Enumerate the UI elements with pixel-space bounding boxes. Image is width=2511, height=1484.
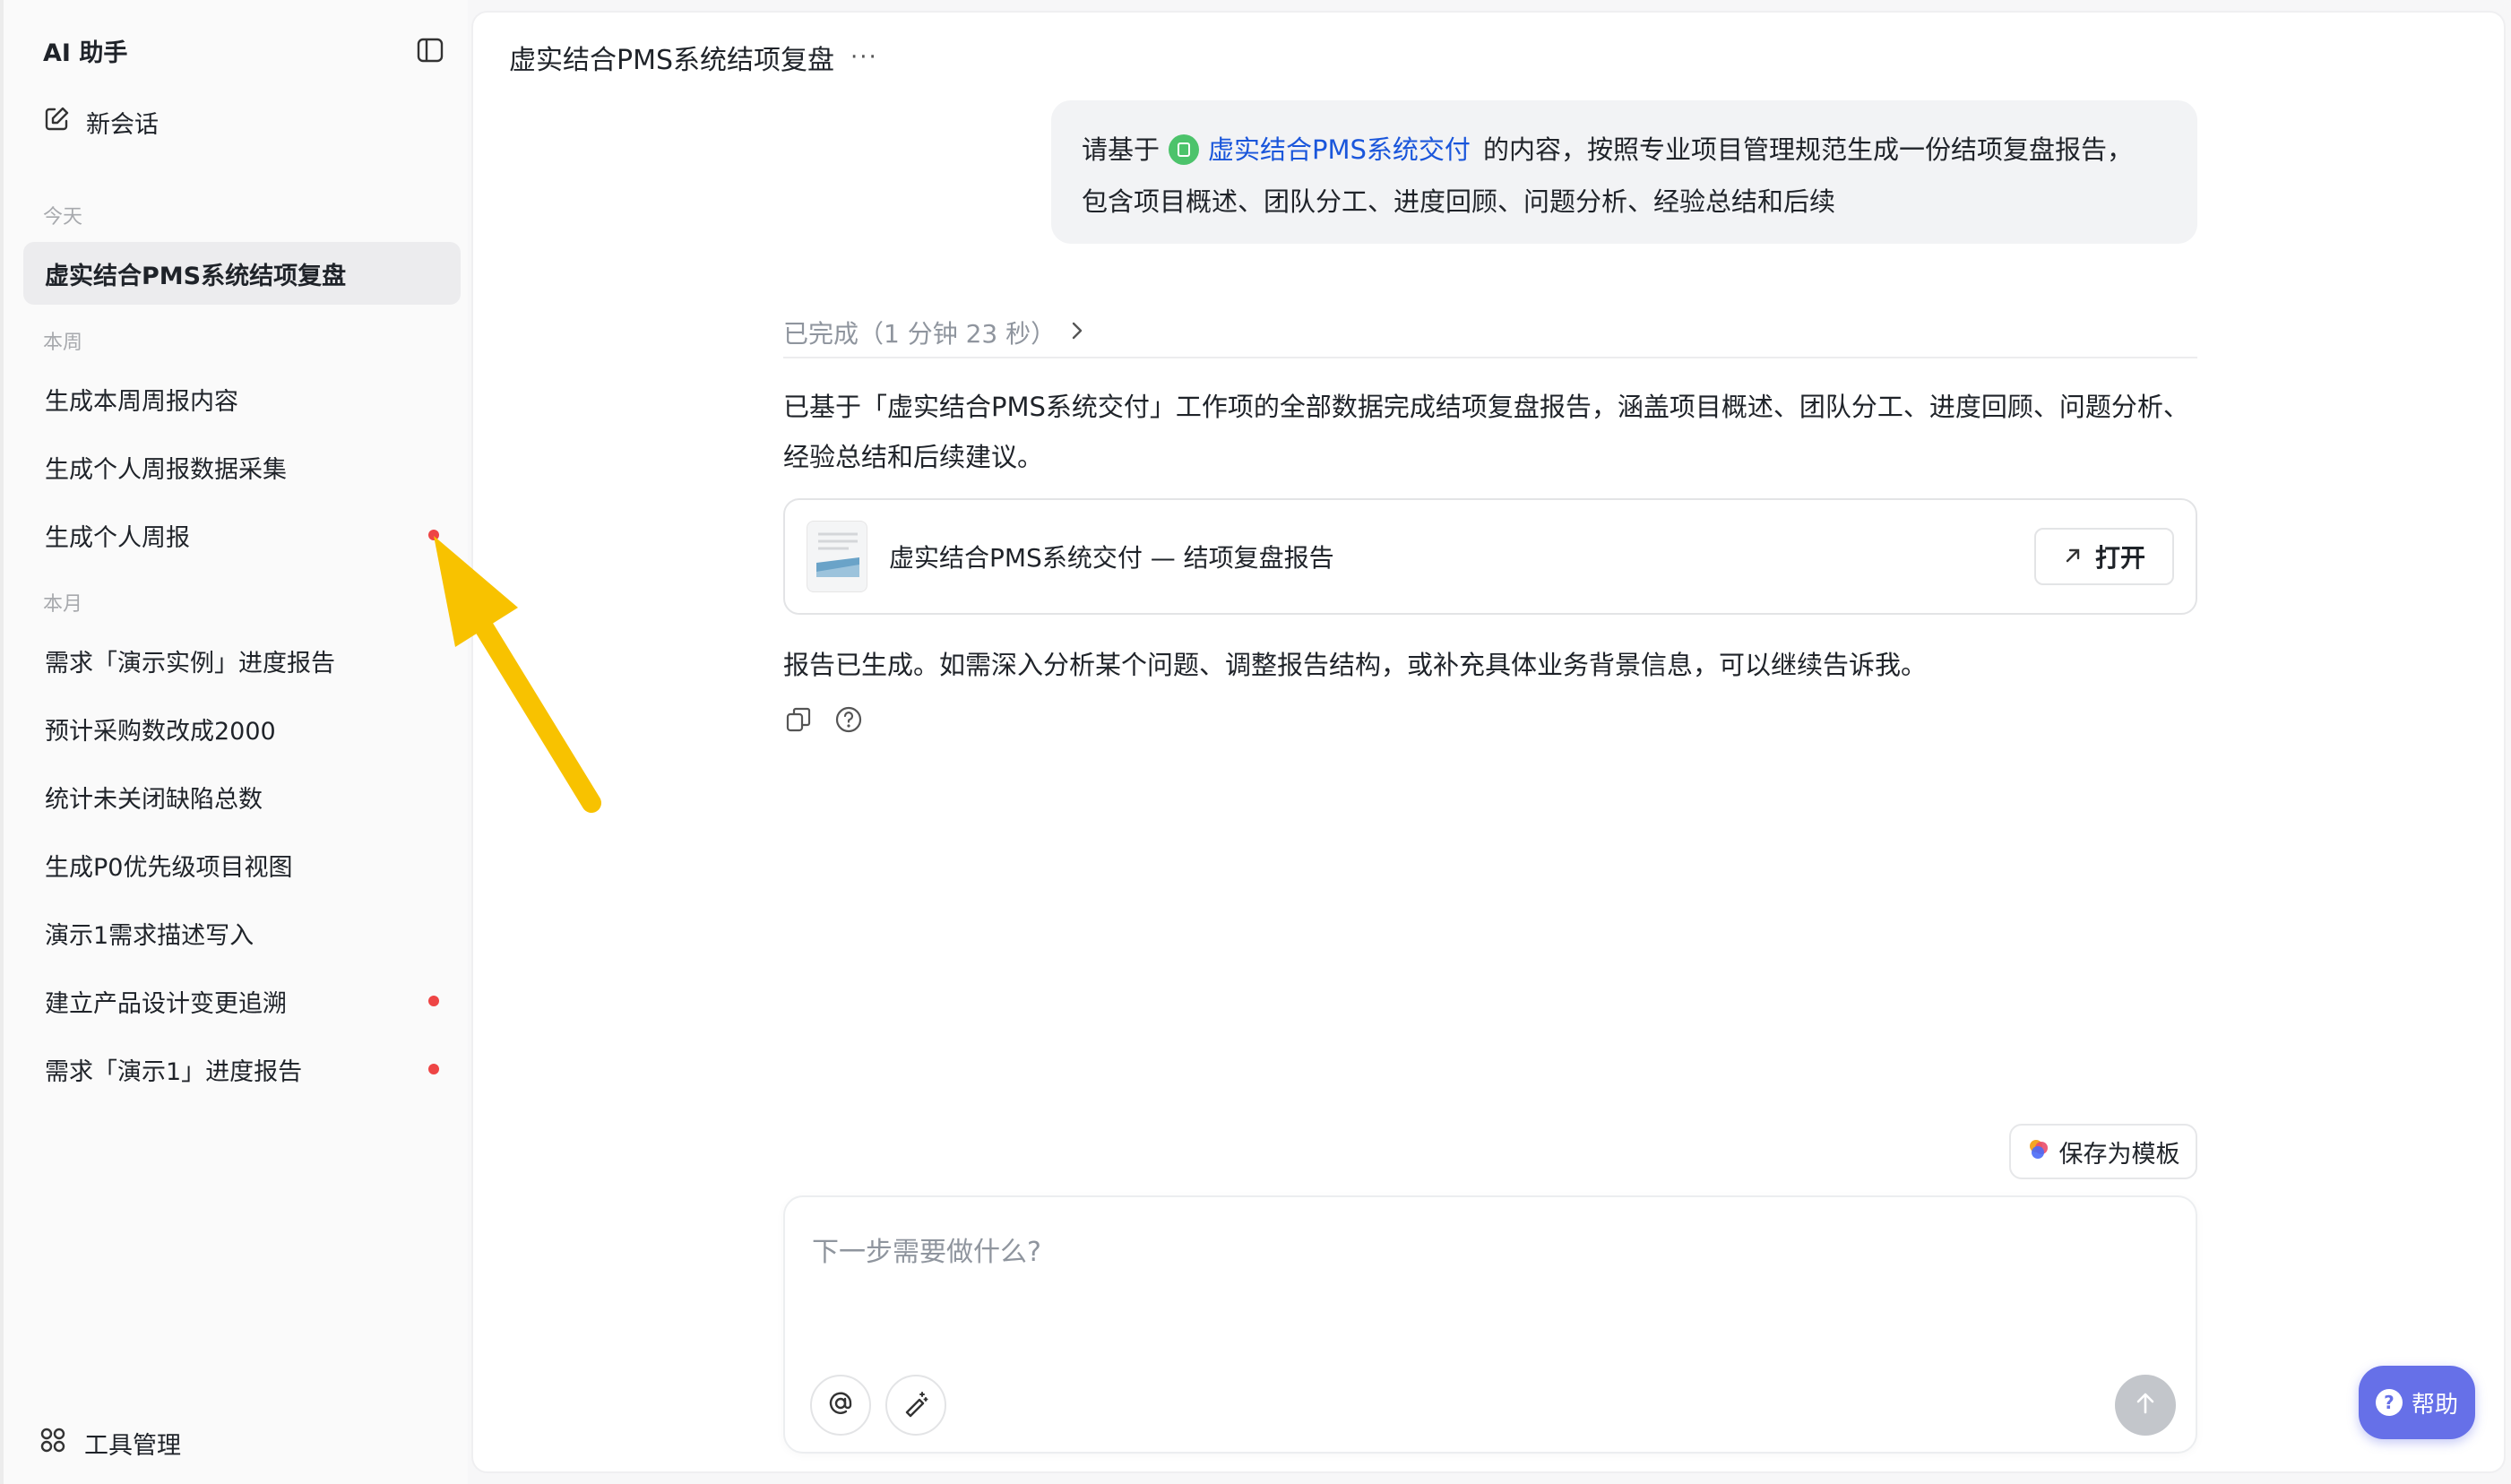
sidebar-item-label: 生成个人周报 (45, 523, 190, 552)
sidebar-toggle-icon[interactable] (414, 34, 446, 66)
sidebar-item-pms-review[interactable]: 虚实结合PMS系统结项复盘 (23, 242, 461, 305)
magic-wand-icon (902, 1389, 930, 1421)
sidebar-item-p0-view[interactable]: 生成P0优先级项目视图 (23, 833, 461, 896)
status-text: 已完成（1 分钟 23 秒） (783, 319, 1057, 349)
mention-button[interactable] (810, 1375, 871, 1436)
sidebar-item-demo1-desc[interactable]: 演示1需求描述写入 (23, 902, 461, 964)
message-composer (783, 1195, 2197, 1454)
prompt-input[interactable] (812, 1229, 2156, 1301)
edit-icon (43, 106, 70, 139)
thinking-status-toggle[interactable]: 已完成（1 分钟 23 秒） (783, 308, 2197, 358)
save-as-template-button[interactable]: 保存为模板 (2009, 1124, 2197, 1179)
magic-tool-button[interactable] (885, 1375, 946, 1436)
sidebar-item-personal-data[interactable]: 生成个人周报数据采集 (23, 436, 461, 498)
more-options-button[interactable]: ··· (850, 44, 878, 71)
send-button[interactable] (2115, 1375, 2176, 1436)
new-chat-button[interactable]: 新会话 (43, 102, 159, 142)
unread-dot (428, 530, 439, 540)
work-item-icon (1169, 134, 1200, 165)
sidebar-item-label: 演示1需求描述写入 (45, 921, 255, 950)
report-title: 虚实结合PMS系统交付 — 结项复盘报告 (889, 543, 1334, 573)
conversation-title: 虚实结合PMS系统结项复盘 (509, 45, 835, 76)
at-sign-icon (826, 1389, 855, 1421)
sidebar-item-label: 虚实结合PMS系统结项复盘 (45, 262, 347, 290)
tools-management-button[interactable]: 工具管理 (39, 1423, 181, 1462)
unread-dot (428, 996, 439, 1006)
tools-label: 工具管理 (84, 1431, 181, 1460)
sidebar: AI 助手 新会话 今天 虚实结合PMS系统结项复盘 本周 生成本周周报内容 生… (0, 0, 468, 1484)
user-message: 请基于 虚实结合PMS系统交付 的内容，按照专业项目管理规范生成一份结项复盘报告… (1051, 100, 2197, 244)
copy-icon[interactable] (783, 704, 814, 735)
chat-panel: 虚实结合PMS系统结项复盘 ··· 请基于 虚实结合PMS系统交付 的内容，按照… (471, 11, 2506, 1473)
sidebar-item-label: 生成本周周报内容 (45, 387, 238, 416)
sidebar-item-label: 统计未关闭缺陷总数 (45, 785, 263, 814)
report-card[interactable]: 虚实结合PMS系统交付 — 结项复盘报告 打开 (783, 498, 2197, 615)
sidebar-item-label: 建立产品设计变更追溯 (45, 989, 287, 1018)
sidebar-item-defects[interactable]: 统计未关闭缺陷总数 (23, 765, 461, 828)
sidebar-header: AI 助手 (43, 32, 446, 68)
user-message-suffix: 的内容，按照专业项目管理规范生成一份结项复盘报告， (1482, 134, 2133, 165)
sidebar-item-design-trace[interactable]: 建立产品设计变更追溯 (23, 970, 461, 1032)
sidebar-item-label: 需求「演示1」进度报告 (45, 1057, 303, 1086)
user-message-line2: 包含项目概述、团队分工、进度回顾、问题分析、经验总结和后续 (1082, 186, 1836, 217)
open-report-button[interactable]: 打开 (2034, 528, 2174, 585)
arrow-up-icon (2134, 1391, 2157, 1419)
sidebar-title: AI 助手 (43, 39, 128, 67)
sidebar-item-demo-progress[interactable]: 需求「演示实例」进度报告 (23, 629, 461, 692)
unread-dot (428, 1064, 439, 1074)
help-button[interactable]: ? 帮助 (2359, 1366, 2475, 1439)
feedback-help-icon[interactable] (833, 704, 864, 735)
sidebar-item-label: 预计采购数改成2000 (45, 717, 276, 746)
sidebar-item-label: 生成个人周报数据采集 (45, 455, 287, 484)
sidebar-item-label: 需求「演示实例」进度报告 (45, 649, 335, 677)
sidebar-item-weekly-content[interactable]: 生成本周周报内容 (23, 367, 461, 430)
arrow-up-right-icon (2063, 542, 2083, 572)
chevron-right-icon (1068, 318, 1086, 348)
question-icon: ? (2375, 1389, 2403, 1416)
group-label-week: 本周 (43, 332, 83, 354)
open-label: 打开 (2094, 543, 2145, 573)
user-message-prefix: 请基于 (1082, 134, 1161, 165)
sidebar-item-personal-weekly[interactable]: 生成个人周报 (23, 504, 461, 566)
group-label-today: 今天 (43, 206, 83, 229)
save-template-label: 保存为模板 (2058, 1140, 2180, 1169)
assistant-answer: 已基于「虚实结合PMS系统交付」工作项的全部数据完成结项复盘报告，涵盖项目概述、… (783, 392, 2189, 472)
work-item-link[interactable]: 虚实结合PMS系统交付 (1208, 133, 1471, 167)
assistant-followup: 报告已生成。如需深入分析某个问题、调整报告结构，或补充具体业务背景信息，可以继续… (783, 650, 1928, 680)
message-actions (783, 704, 864, 735)
sidebar-item-demo1-progress[interactable]: 需求「演示1」进度报告 (23, 1038, 461, 1100)
apps-grid-icon (39, 1427, 66, 1460)
new-chat-label: 新会话 (86, 110, 159, 139)
group-label-month: 本月 (43, 593, 83, 616)
help-label: 帮助 (2411, 1391, 2458, 1419)
template-logo-icon (2027, 1137, 2050, 1167)
conversation-header: 虚实结合PMS系统结项复盘 ··· (509, 39, 878, 76)
sidebar-item-purchase[interactable]: 预计采购数改成2000 (23, 697, 461, 760)
document-thumbnail-icon (807, 521, 867, 592)
sidebar-item-label: 生成P0优先级项目视图 (45, 853, 293, 882)
